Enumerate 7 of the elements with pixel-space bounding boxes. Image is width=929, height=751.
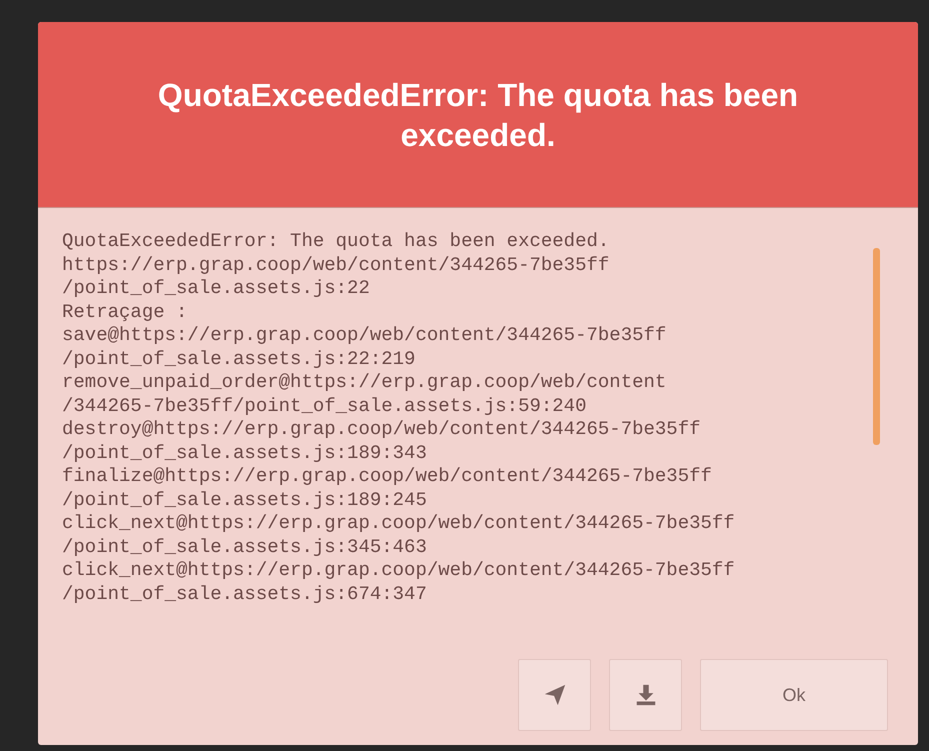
ok-button[interactable]: Ok (700, 659, 888, 731)
send-icon (542, 683, 566, 707)
download-button[interactable] (609, 659, 682, 731)
scrollbar-thumb[interactable] (873, 248, 880, 445)
send-button[interactable] (518, 659, 591, 731)
error-trace-text: QuotaExceededError: The quota has been exceeded. https://erp.grap.coop/web/content/344265-7be35ff /point_of_sale.assets.js:22 Retraçage : save@https://erp.grap.coop/web/content/344265-7be35ff /point_of_sale.assets.js:22:219 remove_unpaid_order@https://erp.grap.coop/web/content /344265-7be35ff/point_of_sale.assets.js:59:240 destroy@https://erp.grap.coop/web/content/344265-7be35ff /point_of_sale.assets.js:189:343 finalize@https://erp.grap.coop/web/content/344265-7be35ff /point_of_sale.assets.js:189:245 click_next@https://erp.grap.coop/web/content/344265-7be35ff /point_of_sale.assets.js:345:463 click_next@https://erp.grap.coop/web/content/344265-7be35ff /point_of_sale.assets.js:674:347 (62, 230, 735, 606)
dialog-title: QuotaExceededError: The quota has been exceeded. (156, 76, 800, 154)
